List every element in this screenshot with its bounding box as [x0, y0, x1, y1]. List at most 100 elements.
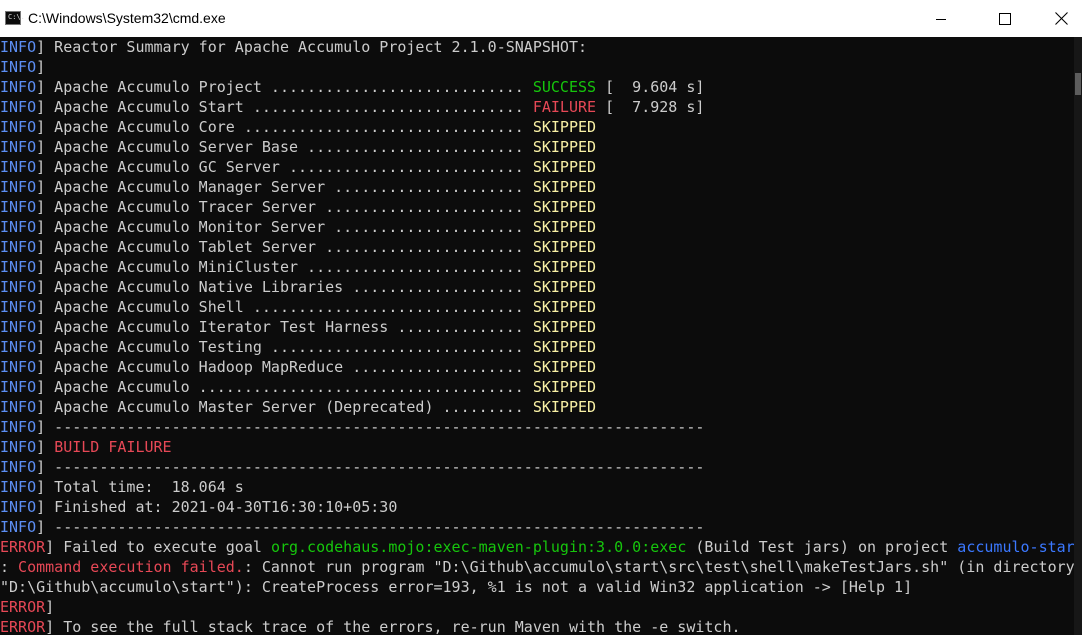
console-line: INFO] Apache Accumulo Manager Server ...… [0, 177, 596, 197]
line-text: Apache Accumulo Start ..................… [45, 98, 533, 116]
line-text: Apache Accumulo Core ...................… [45, 118, 533, 136]
minimize-icon [936, 18, 946, 20]
console-line: INFO] BUILD FAILURE [0, 437, 172, 457]
log-level-bracket: ] [36, 258, 46, 276]
log-level-tag: INFO [0, 38, 37, 56]
log-level-bracket: ] [36, 58, 46, 76]
console-line: INFO] ----------------------------------… [0, 457, 704, 477]
console-line: INFO] Apache Accumulo Core .............… [0, 117, 596, 137]
line-text: Total time: 18.064 s [45, 478, 244, 496]
maximize-icon [999, 12, 1011, 25]
console-line: INFO] Apache Accumulo Iterator Test Harn… [0, 317, 596, 337]
log-level-tag: INFO [0, 378, 37, 396]
log-level-bracket: ] [36, 38, 46, 56]
status-badge: SKIPPED [532, 238, 597, 256]
line-text: Apache Accumulo MiniCluster ............… [45, 258, 533, 276]
log-level-tag: INFO [0, 98, 37, 116]
log-level-tag: INFO [0, 298, 37, 316]
log-level-bracket: ] [36, 318, 46, 336]
log-level-bracket: ] [36, 478, 46, 496]
close-button[interactable] [1036, 0, 1082, 37]
line-prefix: : [0, 558, 10, 576]
log-level-bracket: ] [45, 538, 55, 556]
log-level-tag: INFO [0, 158, 37, 176]
log-level-bracket: ] [36, 218, 46, 236]
line-text: "D:\Github\accumulo\start"): CreateProce… [0, 578, 913, 596]
log-level-bracket: ] [36, 98, 46, 116]
log-level-tag: INFO [0, 178, 37, 196]
console-line: ERROR] Failed to execute goal org.codeha… [0, 537, 1074, 557]
log-level-tag: INFO [0, 418, 37, 436]
log-level-bracket: ] [36, 298, 46, 316]
scrollbar-thumb[interactable] [1075, 73, 1081, 95]
status-badge: SKIPPED [532, 298, 597, 316]
line-text: Reactor Summary for Apache Accumulo Proj… [45, 38, 588, 56]
line-text: Apache Accumulo Monitor Server .........… [45, 218, 533, 236]
console-line: INFO] Total time: 18.064 s [0, 477, 244, 497]
line-text: Apache Accumulo GC Server ..............… [45, 158, 533, 176]
console-line: INFO] Apache Accumulo Native Libraries .… [0, 277, 596, 297]
console-line: INFO] Apache Accumulo Hadoop MapReduce .… [0, 357, 596, 377]
log-level-bracket: ] [36, 358, 46, 376]
status-badge: SUCCESS [532, 78, 597, 96]
vertical-scrollbar[interactable] [1074, 37, 1082, 635]
log-level-tag: INFO [0, 138, 37, 156]
line-text: Apache Accumulo Iterator Test Harness ..… [45, 318, 533, 336]
maven-goal: org.codehaus.mojo:exec-maven-plugin:3.0.… [270, 538, 687, 556]
line-text: Apache Accumulo Tracer Server ..........… [45, 198, 533, 216]
status-badge: SKIPPED [532, 218, 597, 236]
log-level-bracket: ] [36, 338, 46, 356]
title-bar[interactable]: C:\. C:\Windows\System32\cmd.exe [0, 0, 1082, 37]
cmd-app-icon[interactable]: C:\. [5, 11, 25, 25]
log-level-tag: ERROR [0, 598, 46, 616]
status-badge: SKIPPED [532, 378, 597, 396]
console-line: INFO] Apache Accumulo MiniCluster ......… [0, 257, 596, 277]
log-level-bracket: ] [36, 138, 46, 156]
log-level-tag: INFO [0, 278, 37, 296]
elapsed-time: [ 9.604 s] [596, 78, 705, 96]
console-line: INFO] Apache Accumulo Server Base ......… [0, 137, 596, 157]
console-line: INFO] ----------------------------------… [0, 417, 704, 437]
log-level-bracket: ] [36, 378, 46, 396]
window-title: C:\Windows\System32\cmd.exe [28, 10, 226, 26]
line-text: Apache Accumulo Master Server (Deprecate… [45, 398, 533, 416]
console-line: INFO] Apache Accumulo Start ............… [0, 97, 704, 117]
line-text: Apache Accumulo Shell ..................… [45, 298, 533, 316]
line-tail: : Cannot run program "D:\Github\accumulo… [243, 558, 1074, 576]
status-badge: SKIPPED [532, 198, 597, 216]
log-level-tag: INFO [0, 458, 37, 476]
console-line: ERROR] [0, 597, 54, 617]
log-level-tag: INFO [0, 238, 37, 256]
log-level-bracket: ] [36, 198, 46, 216]
log-level-bracket: ] [36, 278, 46, 296]
line-text: Apache Accumulo ........................… [45, 378, 533, 396]
console-line: INFO] [0, 57, 45, 77]
console-line: INFO] Finished at: 2021-04-30T16:30:10+0… [0, 497, 397, 517]
line-text: Apache Accumulo Server Base ............… [45, 138, 533, 156]
console-line: INFO] ----------------------------------… [0, 517, 704, 537]
cmd-icon-glyph: C:\. [8, 13, 25, 21]
status-badge: FAILURE [532, 98, 597, 116]
line-text [45, 438, 54, 456]
log-level-tag: INFO [0, 478, 37, 496]
log-level-bracket: ] [36, 518, 46, 536]
log-level-tag: INFO [0, 258, 37, 276]
console-line: "D:\Github\accumulo\start"): CreateProce… [0, 577, 912, 597]
log-level-bracket: ] [36, 418, 46, 436]
status-badge: SKIPPED [532, 398, 597, 416]
log-level-tag: INFO [0, 198, 37, 216]
console-line: INFO] Apache Accumulo Monitor Server ...… [0, 217, 596, 237]
line-text: To see the full stack trace of the error… [54, 618, 741, 635]
log-level-bracket: ] [36, 178, 46, 196]
console-output[interactable]: INFO] Reactor Summary for Apache Accumul… [0, 37, 1074, 635]
maximize-button[interactable] [980, 0, 1030, 37]
status-badge: SKIPPED [532, 278, 597, 296]
console-line: INFO] Apache Accumulo Master Server (Dep… [0, 397, 596, 417]
log-level-tag: INFO [0, 498, 37, 516]
log-level-bracket: ] [36, 158, 46, 176]
console-line: INFO] Apache Accumulo Tablet Server ....… [0, 237, 596, 257]
minimize-button[interactable] [916, 0, 966, 37]
line-text: Apache Accumulo Hadoop MapReduce .......… [45, 358, 533, 376]
console-line: INFO] Apache Accumulo ..................… [0, 377, 596, 397]
log-level-tag: INFO [0, 438, 37, 456]
